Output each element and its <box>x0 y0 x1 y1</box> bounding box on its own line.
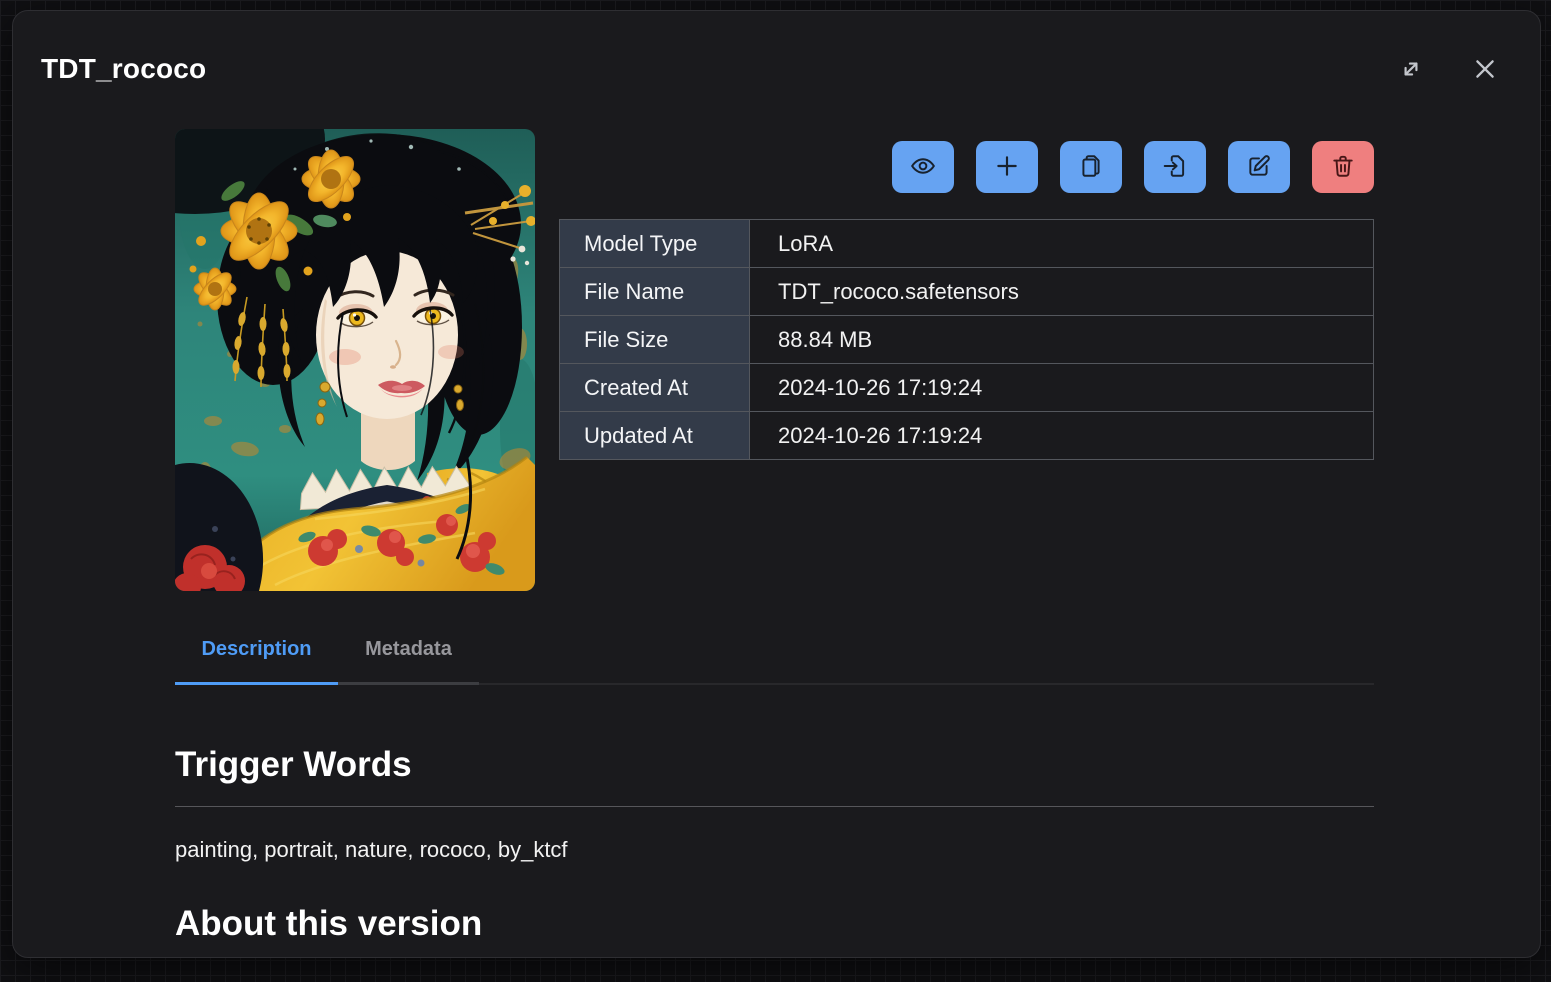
table-row: File Name TDT_rococo.safetensors <box>560 268 1374 316</box>
tab-description[interactable]: Description <box>175 617 338 685</box>
row-value: 2024-10-26 17:19:24 <box>750 412 1374 460</box>
main-content-row: Model Type LoRA File Name TDT_rococo.saf… <box>175 129 1374 591</box>
trash-icon <box>1330 153 1356 182</box>
add-button[interactable] <box>976 141 1038 193</box>
edit-button[interactable] <box>1228 141 1290 193</box>
row-label: Model Type <box>560 220 750 268</box>
window-controls <box>1396 55 1500 85</box>
copy-icon <box>1078 153 1104 182</box>
copy-button[interactable] <box>1060 141 1122 193</box>
expand-icon <box>1398 56 1424 85</box>
action-toolbar <box>559 141 1374 193</box>
table-row: Created At 2024-10-26 17:19:24 <box>560 364 1374 412</box>
row-value: 88.84 MB <box>750 316 1374 364</box>
model-preview-image <box>175 129 535 591</box>
table-row: Updated At 2024-10-26 17:19:24 <box>560 412 1374 460</box>
delete-button[interactable] <box>1312 141 1374 193</box>
tab-bar: Description Metadata <box>175 617 1374 685</box>
row-label: File Name <box>560 268 750 316</box>
row-label: File Size <box>560 316 750 364</box>
row-label: Created At <box>560 364 750 412</box>
row-value: LoRA <box>750 220 1374 268</box>
preview-button[interactable] <box>892 141 954 193</box>
expand-button[interactable] <box>1396 55 1426 85</box>
close-button[interactable] <box>1470 55 1500 85</box>
about-version-heading: About this version <box>175 903 1374 945</box>
page-title: TDT_rococo <box>41 53 206 85</box>
row-value: TDT_rococo.safetensors <box>750 268 1374 316</box>
table-row: Model Type LoRA <box>560 220 1374 268</box>
tab-bar-filler <box>479 617 1374 685</box>
eye-icon <box>910 153 936 182</box>
tab-metadata[interactable]: Metadata <box>338 617 479 685</box>
edit-square-icon <box>1246 153 1272 182</box>
model-details-table: Model Type LoRA File Name TDT_rococo.saf… <box>559 219 1374 460</box>
section-divider <box>175 806 1374 807</box>
table-row: File Size 88.84 MB <box>560 316 1374 364</box>
file-import-icon <box>1162 153 1188 182</box>
description-panel: Trigger Words painting, portrait, nature… <box>175 744 1374 945</box>
details-column: Model Type LoRA File Name TDT_rococo.saf… <box>559 129 1374 460</box>
plus-icon <box>994 153 1020 182</box>
portrait-illustration <box>175 129 535 591</box>
model-details-modal: TDT_rococo <box>12 10 1541 958</box>
trigger-words-text: painting, portrait, nature, rococo, by_k… <box>175 837 1374 863</box>
import-button[interactable] <box>1144 141 1206 193</box>
close-icon <box>1472 56 1498 85</box>
row-value: 2024-10-26 17:19:24 <box>750 364 1374 412</box>
trigger-words-heading: Trigger Words <box>175 744 1374 786</box>
row-label: Updated At <box>560 412 750 460</box>
